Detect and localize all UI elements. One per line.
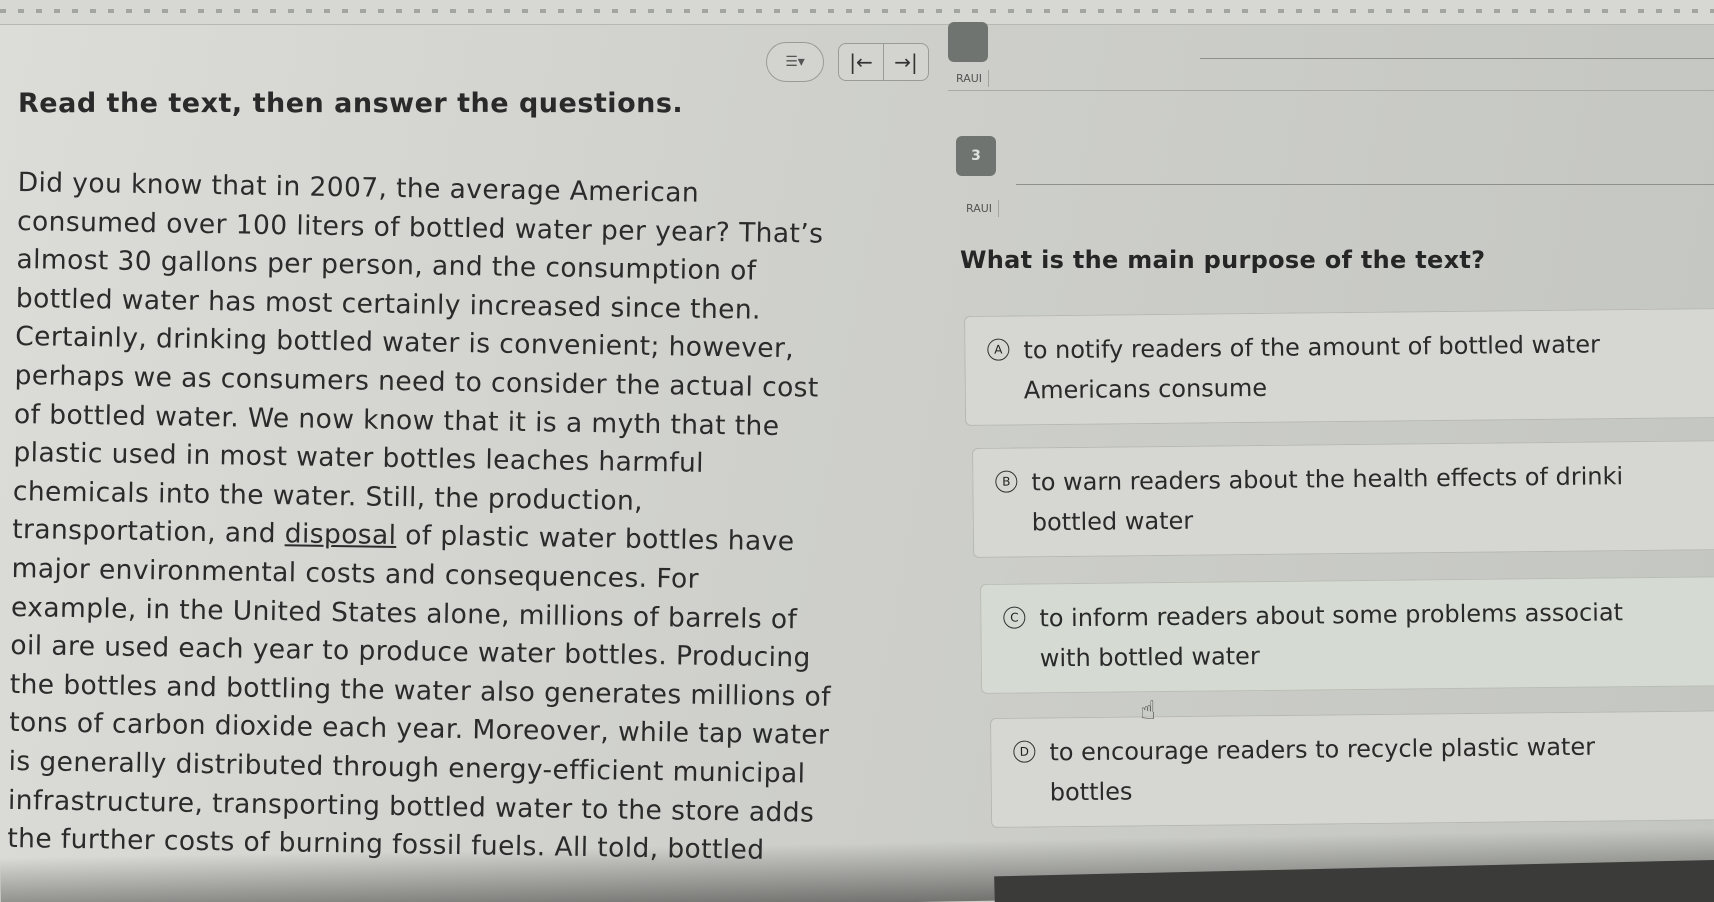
option-text-a: to notify readers of the amount of bottl…: [1023, 323, 1714, 410]
screen: ☰▾ |← →| RAUI 3 RAUI Read the text, then…: [0, 0, 1714, 902]
option-letter-d: D: [1013, 740, 1036, 763]
list-icon: ☰▾: [785, 54, 805, 70]
option-line: to warn readers about the health effects…: [1031, 462, 1624, 497]
question-number-badge[interactable]: 3: [956, 136, 996, 176]
option-line: to notify readers of the amount of bottl…: [1023, 330, 1601, 365]
previous-question-button[interactable]: |←: [839, 44, 883, 80]
question-prompt: What is the main purpose of the text?: [960, 246, 1486, 274]
option-line: bottles: [1049, 777, 1133, 807]
answer-option-b[interactable]: B to warn readers about the health effec…: [972, 439, 1714, 558]
option-letter-c: C: [1003, 606, 1026, 629]
top-strip-dots: [0, 9, 1714, 13]
option-letter-a: A: [987, 338, 1010, 361]
browser-top-strip: [0, 0, 1714, 25]
option-text-d: to encourage readers to recycle plastic …: [1049, 725, 1714, 812]
option-line: Americans consume: [1023, 373, 1268, 405]
top-divider: [948, 90, 1714, 91]
question-divider: [1016, 184, 1714, 185]
passage-text: transportation, and: [12, 514, 286, 550]
nav-button-group: |← →|: [838, 43, 929, 81]
option-text-c: to inform readers about some problems as…: [1039, 591, 1714, 678]
top-dotted-divider: [1200, 58, 1714, 59]
navigation-toolbar: ☰▾ |← →|: [766, 42, 929, 82]
reading-passage: Did you know that in 2007, the average A…: [7, 164, 958, 873]
top-question-tag: RAUI: [950, 70, 990, 87]
skip-forward-icon: →|: [894, 50, 918, 74]
option-line: to encourage readers to recycle plastic …: [1049, 732, 1596, 767]
list-menu-button[interactable]: ☰▾: [766, 42, 824, 82]
question-tag: RAUI: [960, 200, 1000, 217]
next-question-button[interactable]: →|: [883, 44, 928, 80]
hand-pointer-icon: ☝: [1140, 696, 1156, 726]
previous-question-badge[interactable]: [948, 22, 988, 62]
passage-text: of plastic water bottles have: [396, 520, 795, 558]
answer-option-d[interactable]: D to encourage readers to recycle plasti…: [990, 709, 1714, 828]
answer-option-c[interactable]: C to inform readers about some problems …: [980, 575, 1714, 694]
answer-option-a[interactable]: A to notify readers of the amount of bot…: [964, 307, 1714, 426]
option-line: to inform readers about some problems as…: [1039, 598, 1624, 633]
option-line: with bottled water: [1039, 642, 1260, 673]
skip-back-icon: |←: [849, 50, 873, 74]
option-letter-b: B: [995, 470, 1018, 493]
option-line: bottled water: [1031, 506, 1194, 537]
option-text-b: to warn readers about the health effects…: [1031, 455, 1714, 542]
vocabulary-word-link[interactable]: disposal: [285, 519, 397, 552]
instruction-heading: Read the text, then answer the questions…: [18, 88, 684, 119]
